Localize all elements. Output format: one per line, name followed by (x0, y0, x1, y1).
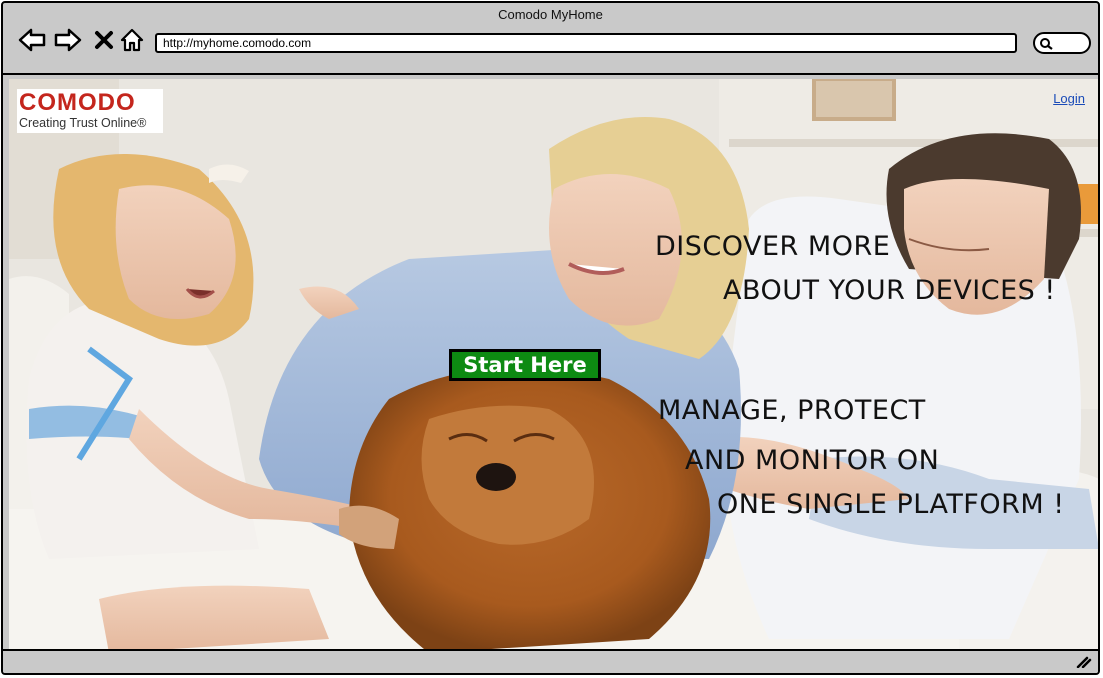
hero-section: COMODO Creating Trust Online® Login DISC… (9, 79, 1098, 653)
status-bar (3, 649, 1098, 673)
start-here-button[interactable]: Start Here (449, 349, 601, 381)
toolbar-divider (3, 73, 1098, 75)
forward-arrow-icon[interactable] (53, 25, 83, 55)
headline-manage-line3: ONE SINGLE PLATFORM ! (717, 489, 1065, 520)
headline-discover-line2: ABOUT YOUR DEVICES ! (723, 275, 1056, 306)
headline-discover-line1: DISCOVER MORE (655, 231, 891, 262)
comodo-logo: COMODO Creating Trust Online® (17, 89, 163, 133)
window-title: Comodo MyHome (498, 7, 603, 22)
browser-window: Comodo MyHome http://myhome.comodo.com C… (1, 1, 1100, 675)
logo-tagline: Creating Trust Online® (19, 116, 147, 130)
headline-manage-line1: MANAGE, PROTECT (658, 395, 926, 426)
home-icon[interactable] (117, 25, 147, 55)
resize-grip-icon[interactable] (1074, 654, 1092, 668)
login-link[interactable]: Login (1053, 91, 1085, 106)
back-arrow-icon[interactable] (17, 25, 47, 55)
logo-wordmark: COMODO (19, 89, 136, 116)
headline-manage-line2: AND MONITOR ON (685, 445, 940, 476)
close-icon[interactable] (89, 25, 119, 55)
address-bar[interactable]: http://myhome.comodo.com (155, 33, 1017, 53)
search-icon (1040, 38, 1053, 50)
search-box[interactable] (1033, 32, 1091, 54)
